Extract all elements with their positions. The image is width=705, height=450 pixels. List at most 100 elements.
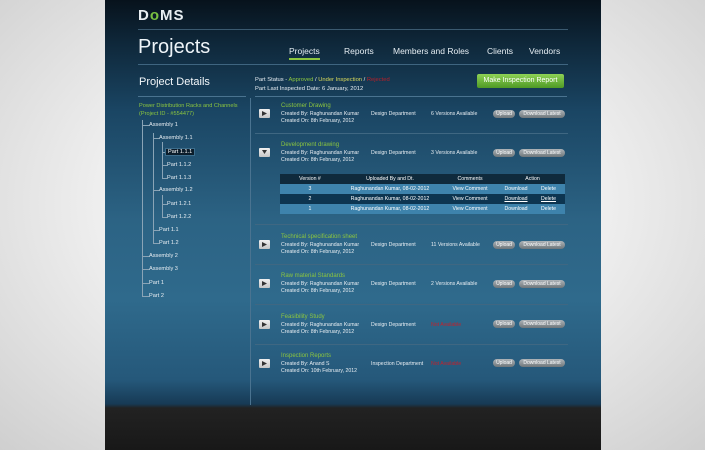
view-comment-link[interactable]: View Comment xyxy=(440,184,500,194)
document-title[interactable]: Raw material Standards xyxy=(281,273,345,279)
tree-node-part-1-1[interactable]: Part 1.1 xyxy=(159,227,179,233)
divider xyxy=(255,264,568,265)
collapse-arrow-icon xyxy=(262,150,267,154)
created-on: Created On: 8th February, 2012 xyxy=(281,156,355,163)
project-name: Power Distribution Racks and Channels xyxy=(139,103,238,109)
nav-clients[interactable]: Clients xyxy=(487,46,513,56)
nav-members-and-roles[interactable]: Members and Roles xyxy=(393,46,469,56)
tree-node-part-1-1-2[interactable]: Part 1.1.2 xyxy=(167,162,191,168)
document-meta: Created By: Raghunandan Kumar Created On:… xyxy=(281,150,359,163)
tree-node-part-1-2-1[interactable]: Part 1.2.1 xyxy=(167,201,191,207)
delete-link[interactable]: Delete xyxy=(532,184,565,194)
logo-text-start: D xyxy=(138,7,150,24)
versions-available: 2 Versions Available xyxy=(431,281,478,287)
download-latest-button[interactable]: Download Latest xyxy=(519,359,565,367)
expand-row-button[interactable] xyxy=(259,279,270,288)
table-row: 3 Raghunandan Kumar, 08-02-2012 View Com… xyxy=(280,184,566,194)
upload-button[interactable]: Upload xyxy=(493,241,515,249)
expand-row-button[interactable] xyxy=(259,240,270,249)
expand-row-button[interactable] xyxy=(259,359,270,368)
upload-button[interactable]: Upload xyxy=(493,110,515,118)
document-title[interactable]: Feasibility Study xyxy=(281,314,325,320)
download-latest-button[interactable]: Download Latest xyxy=(519,280,565,288)
download-link[interactable]: Download xyxy=(500,184,532,194)
download-latest-button[interactable]: Download Latest xyxy=(519,110,565,118)
tree-node-part-1-1-1[interactable]: Part 1.1.1 xyxy=(165,148,196,156)
app-window: DoMS Projects Projects Reports Members a… xyxy=(105,0,601,450)
view-comment-link[interactable]: View Comment xyxy=(440,204,500,214)
collapse-row-button[interactable] xyxy=(259,148,270,157)
project-root[interactable]: Power Distribution Racks and Channels (P… xyxy=(139,102,238,118)
tree-node-assembly-1-1[interactable]: Assembly 1.1 xyxy=(159,135,193,141)
versions-available: 11 Versions Available xyxy=(431,242,480,248)
nav-projects[interactable]: Projects xyxy=(289,46,320,60)
tree-node-assembly-1-2[interactable]: Assembly 1.2 xyxy=(159,187,193,193)
table-row: 2 Raghunandan Kumar, 08-02-2012 View Com… xyxy=(280,194,566,204)
tree-branch xyxy=(142,256,149,257)
document-meta: Created By: Anand S Created On: 10th Febr… xyxy=(281,361,357,374)
expand-row-button[interactable] xyxy=(259,320,270,329)
download-latest-button[interactable]: Download Latest xyxy=(519,320,565,328)
doms-logo[interactable]: DoMS xyxy=(138,7,185,24)
upload-button[interactable]: Upload xyxy=(493,280,515,288)
created-on: Created On: 8th February, 2012 xyxy=(281,287,355,294)
document-title[interactable]: Customer Drawing xyxy=(281,103,331,109)
uploaded-by: Raghunandan Kumar, 08-02-2012 xyxy=(350,186,430,192)
versions-available: 6 Versions Available xyxy=(431,111,478,117)
created-by: Created By: Raghunandan Kumar xyxy=(281,111,360,117)
tree-node-assembly-1[interactable]: Assembly 1 xyxy=(149,122,178,128)
view-comment-link[interactable]: View Comment xyxy=(440,194,500,204)
tree-branch xyxy=(142,283,149,284)
upload-button[interactable]: Upload xyxy=(493,320,515,328)
tree-node-assembly-2[interactable]: Assembly 2 xyxy=(149,253,178,259)
document-meta: Created By: Raghunandan Kumar Created On:… xyxy=(281,242,359,255)
nav-reports[interactable]: Reports xyxy=(344,46,374,56)
created-by: Created By: Raghunandan Kumar xyxy=(281,242,360,248)
download-link[interactable]: Download xyxy=(500,204,532,214)
download-link[interactable]: Download xyxy=(500,194,532,204)
tree-connector xyxy=(162,142,163,178)
tree-node-part-1[interactable]: Part 1 xyxy=(149,280,164,286)
main-nav: Projects Reports Members and Roles Clien… xyxy=(105,46,601,60)
tree-connector xyxy=(153,133,154,243)
divider xyxy=(255,224,568,225)
divider xyxy=(138,29,568,30)
tree-node-part-1-2-2[interactable]: Part 1.2.2 xyxy=(167,214,191,220)
expand-arrow-icon xyxy=(262,281,267,286)
status-rejected: Rejected xyxy=(366,77,390,83)
nav-vendors[interactable]: Vendors xyxy=(529,46,560,56)
document-meta: Created By: Raghunandan Kumar Created On:… xyxy=(281,322,359,335)
table-row: 1 Raghunandan Kumar, 08-02-2012 View Com… xyxy=(280,204,566,214)
delete-link[interactable]: Delete xyxy=(532,194,565,204)
upload-button[interactable]: Upload xyxy=(493,359,515,367)
document-title[interactable]: Technical specification sheet xyxy=(281,234,357,240)
created-by: Created By: Raghunandan Kumar xyxy=(281,281,360,287)
tree-branch xyxy=(142,125,149,126)
versions-table: Version # Uploaded By and Dt. Comments A… xyxy=(280,174,566,214)
upload-button[interactable]: Upload xyxy=(493,149,515,157)
department: Design Department xyxy=(371,322,416,328)
tree-node-part-2[interactable]: Part 2 xyxy=(149,293,164,299)
column-header: Action xyxy=(525,176,540,182)
make-inspection-report-button[interactable]: Make Inspection Report xyxy=(477,74,564,88)
department: Design Department xyxy=(371,242,416,248)
expand-arrow-icon xyxy=(262,361,267,366)
tree-node-part-1-2[interactable]: Part 1.2 xyxy=(159,240,179,246)
delete-link[interactable]: Delete xyxy=(532,204,565,214)
tree-node-part-1-1-3[interactable]: Part 1.1.3 xyxy=(167,175,191,181)
document-title[interactable]: Inspection Reports xyxy=(281,353,331,359)
expand-row-button[interactable] xyxy=(259,109,270,118)
versions-not-available: Not Available xyxy=(431,322,462,328)
divider xyxy=(255,344,568,345)
tree-branch xyxy=(142,269,149,270)
versions-not-available: Not Available xyxy=(431,361,462,367)
document-title[interactable]: Development drawing xyxy=(281,142,339,148)
uploaded-by: Raghunandan Kumar, 08-02-2012 xyxy=(350,196,430,202)
download-latest-button[interactable]: Download Latest xyxy=(519,241,565,249)
expand-arrow-icon xyxy=(262,242,267,247)
download-latest-button[interactable]: Download Latest xyxy=(519,149,565,157)
column-header: Comments xyxy=(457,176,483,182)
department: Design Department xyxy=(371,150,416,156)
project-details-heading: Project Details xyxy=(139,76,210,88)
tree-node-assembly-3[interactable]: Assembly 3 xyxy=(149,266,178,272)
